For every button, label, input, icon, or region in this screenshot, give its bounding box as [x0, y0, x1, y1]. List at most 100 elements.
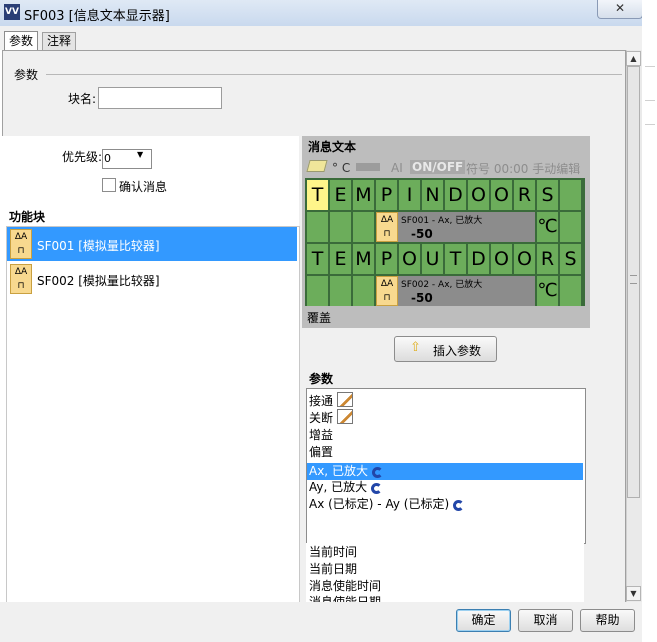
time-item[interactable]: 消息使能日期: [309, 595, 381, 602]
parameter-item[interactable]: 接通: [309, 392, 354, 409]
message-cell[interactable]: O: [514, 244, 535, 274]
degree-celsius-cell[interactable]: ℃: [537, 212, 558, 242]
message-cell[interactable]: P: [376, 244, 397, 274]
scrollbar-grip-icon: [630, 275, 637, 284]
message-cell[interactable]: R: [514, 180, 535, 210]
message-cell[interactable]: [307, 212, 328, 242]
parameter-item[interactable]: Ax (已标定) - Ay (已标定): [309, 496, 465, 513]
message-text-title: 消息文本: [308, 140, 357, 154]
cancel-button[interactable]: 取消: [518, 609, 573, 632]
app-icon: VV: [4, 4, 20, 20]
message-cell[interactable]: O: [491, 180, 512, 210]
message-cell[interactable]: [330, 276, 351, 306]
onoff-button[interactable]: ON/OFF: [410, 160, 466, 174]
message-cell[interactable]: [560, 180, 581, 210]
message-cell[interactable]: D: [445, 180, 466, 210]
bar-graph-icon[interactable]: [356, 163, 380, 171]
message-cell[interactable]: O: [491, 244, 512, 274]
message-cell[interactable]: [560, 276, 581, 306]
help-button[interactable]: 帮助: [580, 609, 635, 632]
window-title: SF003 [信息文本显示器]: [24, 9, 170, 24]
message-cell[interactable]: M: [353, 244, 374, 274]
parameter-block[interactable]: ΔA ⊓ SF001 - Ax, 已放大 -50: [376, 212, 535, 242]
message-cell[interactable]: T: [307, 180, 328, 210]
degree-celsius-button[interactable]: ° C: [332, 161, 350, 175]
message-cell[interactable]: D: [468, 244, 489, 274]
tab-comments[interactable]: 注释: [42, 32, 77, 50]
block-name-input[interactable]: [98, 87, 222, 109]
function-blocks-title: 功能块: [9, 210, 46, 224]
message-cell[interactable]: O: [468, 180, 489, 210]
message-cell[interactable]: E: [330, 244, 351, 274]
time-item[interactable]: 当前时间: [309, 544, 357, 561]
tab-parameters[interactable]: 参数: [4, 31, 39, 51]
function-block-label: SF002 [模拟量比较器]: [37, 274, 160, 288]
ai-button[interactable]: AI: [391, 161, 403, 175]
message-cell[interactable]: T: [307, 244, 328, 274]
message-cell[interactable]: [307, 276, 328, 306]
message-cell[interactable]: R: [537, 244, 558, 274]
analog-compare-icon: ΔA ⊓: [376, 276, 398, 306]
parameter-item-label: Ay, 已放大: [309, 479, 368, 494]
message-cell[interactable]: I: [399, 180, 420, 210]
message-cell[interactable]: S: [537, 180, 558, 210]
message-cell[interactable]: U: [422, 244, 443, 274]
parameter-item[interactable]: 增益: [309, 427, 333, 444]
function-block-label: SF001 [模拟量比较器]: [37, 239, 160, 253]
time-item[interactable]: 当前日期: [309, 561, 357, 578]
function-block-item-sf002[interactable]: ΔA ⊓ SF002 [模拟量比较器]: [7, 262, 297, 296]
parameter-item[interactable]: 偏置: [309, 444, 333, 461]
parameter-item[interactable]: 关断: [309, 409, 354, 426]
confirm-message-label: 确认消息: [119, 180, 168, 194]
block-name-label: 块名:: [68, 92, 97, 106]
edit-icon: [337, 392, 354, 407]
chevron-down-icon[interactable]: ▼: [137, 150, 143, 159]
message-cell[interactable]: M: [353, 180, 374, 210]
message-cell[interactable]: S: [560, 244, 581, 274]
arrow-up-icon: ⇧: [410, 340, 421, 355]
parameter-block-text: SF001 - Ax, 已放大: [401, 216, 483, 226]
edge-mark: [645, 124, 655, 125]
parameter-item-label: Ax (已标定) - Ay (已标定): [309, 496, 450, 511]
section-divider: [46, 74, 622, 75]
toolbar-more-buttons[interactable]: 符号 00:00 手动编辑: [466, 160, 580, 177]
message-cell[interactable]: O: [399, 244, 420, 274]
function-block-item-sf001[interactable]: ΔA ⊓ SF001 [模拟量比较器]: [7, 227, 297, 261]
close-button[interactable]: ✕: [597, 0, 643, 19]
edit-icon: [337, 409, 354, 425]
message-cell[interactable]: [560, 212, 581, 242]
insert-parameter-label: 插入参数: [433, 344, 482, 358]
section-title-params: 参数: [14, 68, 39, 82]
refresh-icon: [371, 467, 383, 478]
ok-button[interactable]: 确定: [456, 609, 511, 632]
message-cell[interactable]: E: [330, 180, 351, 210]
parameter-item[interactable]: Ay, 已放大: [309, 479, 383, 496]
message-grid[interactable]: T E M P I N D O O R S ΔA ⊓ SF001 - Ax, 已放大 -50 ℃ T E M P O U T…: [305, 178, 585, 306]
parameter-item[interactable]: Ax, 已放大: [307, 463, 583, 480]
analog-compare-icon: ΔA ⊓: [10, 264, 32, 294]
eraser-icon[interactable]: [306, 160, 328, 172]
message-cell[interactable]: [330, 212, 351, 242]
message-cell[interactable]: T: [445, 244, 466, 274]
message-cell[interactable]: [353, 212, 374, 242]
scroll-up-icon[interactable]: ▲: [626, 51, 641, 66]
time-item[interactable]: 消息使能时间: [309, 578, 381, 595]
window-edge: [642, 0, 657, 642]
parameter-block-text: SF002 - Ax, 已放大: [401, 280, 483, 290]
message-cell[interactable]: [353, 276, 374, 306]
message-cell[interactable]: P: [376, 180, 397, 210]
parameter-list-title: 参数: [309, 372, 334, 386]
parameter-item-label: Ax, 已放大: [309, 464, 368, 478]
message-cell[interactable]: N: [422, 180, 443, 210]
analog-compare-icon: ΔA ⊓: [10, 229, 32, 259]
refresh-icon: [371, 482, 383, 494]
tab-strip: [0, 26, 642, 50]
confirm-message-checkbox[interactable]: [102, 178, 116, 192]
priority-value: 0: [104, 152, 111, 165]
parameter-block-value: -50: [411, 227, 433, 241]
parameter-block-value: -50: [411, 291, 433, 305]
parameter-block[interactable]: ΔA ⊓ SF002 - Ax, 已放大 -50: [376, 276, 535, 306]
degree-celsius-cell[interactable]: ℃: [537, 276, 558, 306]
parameter-item-label: 关断: [309, 411, 334, 426]
scroll-down-icon[interactable]: ▼: [626, 586, 641, 601]
